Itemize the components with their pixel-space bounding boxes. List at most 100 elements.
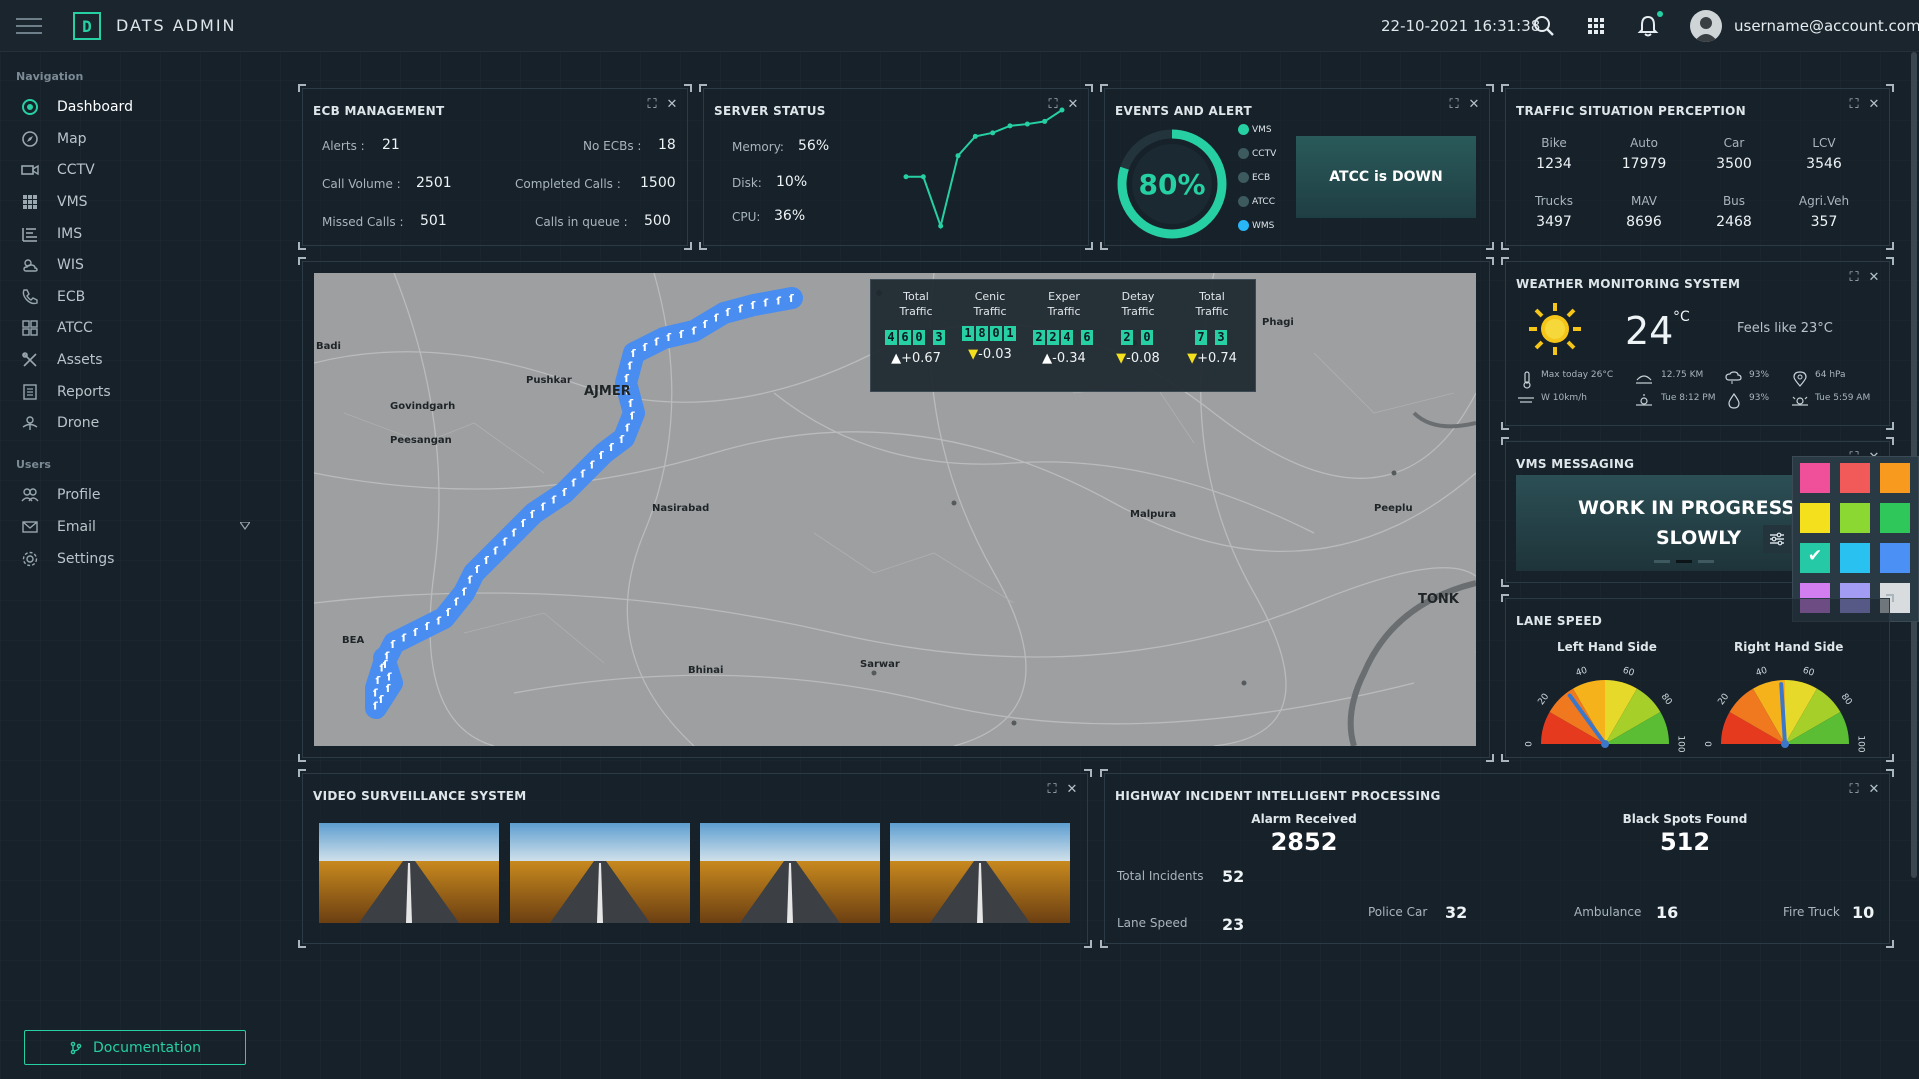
call-volume-label: Call Volume : [322, 177, 401, 191]
counter-digit: 6 [899, 330, 911, 345]
camera-feed-4[interactable] [890, 823, 1070, 923]
legend-item-ecb: ECB [1238, 172, 1270, 183]
close-icon[interactable]: ✕ [666, 98, 678, 111]
panel-title: LANE SPEED [1516, 614, 1603, 628]
expand-icon[interactable]: ⛶ [646, 98, 658, 111]
sidebar-item-ims[interactable]: IMS [20, 222, 260, 246]
counter-delta: ▲+0.67 [879, 351, 953, 366]
sidebar-item-ecb[interactable]: ECB [20, 285, 260, 309]
counter-label: Traffic [973, 305, 1007, 318]
disk-label: Disk: [732, 176, 762, 190]
sunset-time: Tue 8:12 PM [1661, 393, 1716, 403]
black-spots-label: Black Spots Found [1622, 812, 1748, 826]
sidebar-item-email[interactable]: Email [20, 515, 260, 539]
expand-icon[interactable]: ⛶ [1848, 271, 1860, 284]
map-label: TONK [1418, 592, 1460, 607]
route-marker: ſ [387, 670, 392, 683]
sidebar-item-label: CCTV [57, 162, 95, 178]
sidebar-item-settings[interactable]: Settings [20, 547, 260, 571]
close-icon[interactable]: ✕ [1066, 783, 1078, 796]
sidebar-item-atcc[interactable]: ATCC [20, 316, 260, 340]
route-marker: ſ [390, 638, 395, 651]
close-icon[interactable]: ✕ [1868, 271, 1880, 284]
close-icon[interactable]: ✕ [1868, 783, 1880, 796]
gauge-tick-label: 60 [1801, 666, 1815, 679]
sidebar-item-map[interactable]: Map [20, 127, 260, 151]
search-icon[interactable] [1530, 12, 1558, 40]
memory-value: 56% [798, 138, 830, 154]
route-marker: ſ [493, 545, 498, 558]
vms-line-1: WORK IN PROGRESS G [1578, 497, 1806, 519]
lane-speed-label: Lane Speed [1117, 916, 1188, 930]
menu-icon[interactable] [16, 18, 42, 34]
expand-icon[interactable]: ⛶ [1848, 98, 1860, 111]
route-marker: ſ [619, 433, 624, 446]
expand-icon[interactable]: ⛶ [1046, 783, 1058, 796]
color-swatch[interactable] [1880, 503, 1910, 533]
sidebar-item-label: Dashboard [57, 99, 133, 115]
sidebar-item-reports[interactable]: Reports [20, 380, 260, 404]
expand-icon[interactable]: ⛶ [1848, 783, 1860, 796]
datetime: 22-10-2021 16:31:38 [1381, 17, 1541, 35]
sidebar-item-label: Reports [57, 384, 111, 400]
panel-title: ECB MANAGEMENT [313, 104, 445, 118]
sidebar-item-profile[interactable]: Profile [20, 483, 260, 507]
color-swatch[interactable] [1840, 463, 1870, 493]
close-icon[interactable]: ✕ [1868, 98, 1880, 111]
vehicle-count: 3500 [1716, 156, 1752, 172]
route-marker: ſ [376, 674, 381, 687]
close-icon[interactable]: ✕ [1468, 98, 1480, 111]
sparkline-point [955, 153, 961, 159]
color-swatch[interactable] [1880, 463, 1910, 493]
ambulance-value: 16 [1656, 903, 1679, 922]
counter-delta: ▼+0.74 [1175, 351, 1249, 366]
counter-label: Traffic [1121, 305, 1155, 318]
settings-sliders-button[interactable] [1763, 525, 1791, 553]
sidebar-item-drone[interactable]: Drone [20, 411, 260, 435]
right-side-label: Right Hand Side [1734, 640, 1844, 654]
vehicle-count: 2468 [1716, 214, 1752, 230]
legend-label: VMS [1252, 124, 1272, 135]
camera-feed-1[interactable] [319, 823, 499, 923]
counter-delta: ▼-0.08 [1101, 351, 1175, 366]
camera-feed-3[interactable] [700, 823, 880, 923]
call-volume-value: 2501 [416, 175, 452, 191]
legend-label: WMS [1252, 220, 1275, 231]
sidebar-item-cctv[interactable]: CCTV [20, 158, 260, 182]
route-marker: ſ [502, 536, 507, 549]
counter-delta-value: -0.03 [978, 347, 1012, 362]
right-speed-gauge: 0 20 40 60 80 100 [1705, 666, 1865, 753]
vms-message-display[interactable]: WORK IN PROGRESS G SLOWLY [1516, 475, 1806, 571]
panel-title: SERVER STATUS [714, 104, 826, 118]
chevron-down-icon[interactable] [240, 522, 250, 530]
color-swatch[interactable] [1800, 503, 1830, 533]
expand-icon[interactable]: ⛶ [1448, 98, 1460, 111]
color-swatch[interactable] [1840, 543, 1870, 573]
gauge-hub [1601, 740, 1609, 748]
counter-digit: 0 [913, 330, 925, 345]
user-email[interactable]: username@account.com [1734, 17, 1919, 35]
vms-pager[interactable] [1654, 560, 1714, 563]
color-swatch[interactable]: ✔ [1800, 543, 1830, 573]
vehicle-count: 3497 [1536, 214, 1572, 230]
atcc-alert-banner[interactable]: ATCC is DOWN [1296, 136, 1476, 218]
counter-delta-value: -0.34 [1052, 351, 1086, 366]
app-title: DATS ADMIN [116, 16, 237, 35]
color-swatch[interactable] [1880, 543, 1910, 573]
traffic-perception-panel: TRAFFIC SITUATION PERCEPTION ⛶ ✕ Bike 1234… [1501, 84, 1894, 250]
gauge-tick-label: 0 [1705, 741, 1715, 747]
documentation-button[interactable]: Documentation [24, 1030, 246, 1065]
color-swatch[interactable] [1840, 503, 1870, 533]
apps-grid-icon[interactable] [1582, 12, 1610, 40]
sidebar-item-label: Profile [57, 487, 101, 503]
sidebar-item-wis[interactable]: WIS [20, 253, 260, 277]
sidebar-item-vms[interactable]: VMS [20, 190, 260, 214]
camera-feed-2[interactable] [510, 823, 690, 923]
notification-dot [1657, 11, 1663, 17]
completed-calls-value: 1500 [640, 175, 676, 191]
sidebar-item-dashboard[interactable]: Dashboard [20, 95, 260, 119]
map-canvas[interactable]: ſſſſſſſſſſſſſſſſſſſſſſſſſſſſſſſſſſſſſſſſ… [314, 273, 1476, 746]
color-swatch[interactable] [1800, 463, 1830, 493]
avatar[interactable] [1690, 10, 1722, 42]
sidebar-item-assets[interactable]: Assets [20, 348, 260, 372]
